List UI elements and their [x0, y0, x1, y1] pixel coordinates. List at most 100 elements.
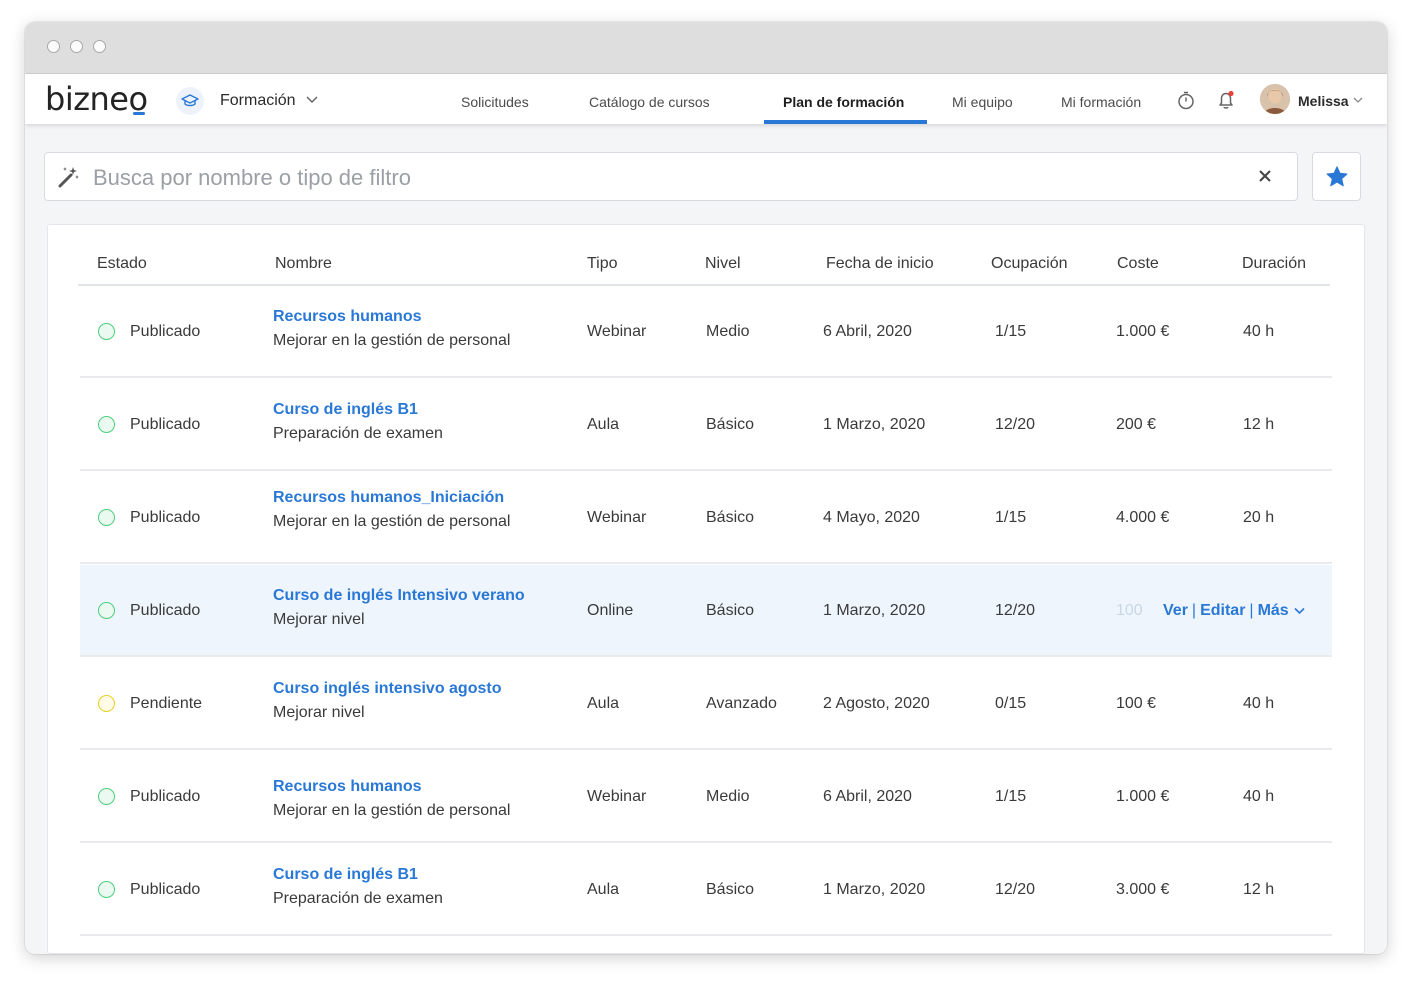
course-level: Avanzado: [706, 695, 777, 712]
course-occupancy: 12/20: [995, 881, 1036, 898]
course-duration: 40 h: [1243, 323, 1275, 340]
course-name-link[interactable]: Curso de inglés B1: [273, 401, 418, 419]
course-level: Básico: [706, 416, 755, 433]
chevron-down-icon[interactable]: [306, 96, 318, 104]
table-row[interactable]: Publicado Curso de inglés B1 Preparación…: [80, 379, 1332, 471]
course-name-link[interactable]: Recursos humanos: [273, 778, 421, 796]
window-minimize-button[interactable]: [70, 40, 83, 53]
browser-window: bizneo Formación Solicitudes Catálogo de…: [25, 22, 1387, 954]
bell-icon[interactable]: [1215, 89, 1237, 111]
course-name-link[interactable]: Curso de inglés Intensivo verano: [273, 587, 525, 605]
column-header-nombre[interactable]: Nombre: [275, 255, 332, 273]
course-description: Mejorar en la gestión de personal: [273, 513, 511, 530]
column-header-duracion[interactable]: Duración: [1242, 255, 1306, 273]
status-indicator-icon: [98, 881, 115, 898]
column-header-fecha-inicio[interactable]: Fecha de inicio: [826, 255, 934, 273]
course-name-link[interactable]: Recursos humanos_Iniciación: [273, 489, 504, 507]
course-start-date: 1 Marzo, 2020: [823, 602, 926, 619]
course-occupancy: 1/15: [995, 788, 1027, 805]
status-label: Pendiente: [130, 695, 203, 712]
nav-catalogo-cursos[interactable]: Catálogo de cursos: [589, 94, 710, 110]
user-avatar[interactable]: [1260, 84, 1290, 114]
action-separator: |: [1191, 602, 1197, 619]
course-start-date: 4 Mayo, 2020: [823, 509, 920, 526]
course-description: Preparación de examen: [273, 425, 443, 442]
course-type: Aula: [587, 695, 620, 712]
window-titlebar: [25, 22, 1387, 74]
course-type: Webinar: [587, 788, 647, 805]
column-header-nivel[interactable]: Nivel: [705, 255, 741, 273]
status-label: Publicado: [130, 509, 201, 526]
active-tab-indicator: [764, 120, 927, 124]
window-maximize-button[interactable]: [93, 40, 106, 53]
course-cost: 200 €: [1116, 416, 1157, 433]
course-duration: 12 h: [1243, 416, 1275, 433]
action-separator: |: [1249, 602, 1254, 619]
course-level: Medio: [706, 323, 750, 340]
table-row[interactable]: Pendiente Curso inglés intensivo agosto …: [80, 658, 1332, 750]
table-row[interactable]: Publicado Recursos humanos_Iniciación Me…: [80, 472, 1332, 564]
status-label: Publicado: [130, 881, 201, 898]
module-selector[interactable]: Formación: [220, 92, 296, 110]
course-description: Mejorar nivel: [273, 611, 365, 628]
table-row[interactable]: Publicado Curso de inglés Intensivo vera…: [80, 565, 1332, 657]
star-icon: [1326, 165, 1347, 186]
chevron-down-icon[interactable]: [1353, 97, 1363, 104]
chevron-down-icon[interactable]: [1294, 607, 1305, 615]
course-type: Online: [587, 602, 634, 619]
column-header-tipo[interactable]: Tipo: [587, 255, 618, 273]
course-level: Básico: [706, 881, 755, 898]
user-name[interactable]: Melissa: [1298, 93, 1349, 109]
nav-mi-equipo[interactable]: Mi equipo: [952, 94, 1013, 110]
course-cost: 100: [1116, 602, 1143, 619]
window-close-button[interactable]: [47, 40, 60, 53]
graduation-cap-icon: [176, 87, 204, 115]
status-indicator-icon: [98, 695, 115, 712]
nav-mi-formacion[interactable]: Mi formación: [1061, 94, 1141, 110]
course-description: Preparación de examen: [273, 890, 443, 907]
course-description: Mejorar en la gestión de personal: [273, 802, 511, 819]
more-action-link[interactable]: Más: [1258, 602, 1289, 619]
view-action-link[interactable]: Ver: [1163, 602, 1188, 619]
course-occupancy: 1/15: [995, 323, 1027, 340]
course-start-date: 2 Agosto, 2020: [823, 695, 930, 712]
search-input[interactable]: [91, 161, 1245, 195]
search-bar: [44, 152, 1298, 201]
status-indicator-icon: [98, 788, 115, 805]
course-name-link[interactable]: Curso inglés intensivo agosto: [273, 680, 501, 698]
edit-action-link[interactable]: Editar: [1200, 602, 1245, 619]
row-actions: Ver | Editar | Más: [1163, 602, 1305, 620]
course-level: Básico: [706, 602, 755, 619]
course-occupancy: 12/20: [995, 602, 1036, 619]
clear-search-icon[interactable]: [1257, 168, 1273, 184]
course-type: Aula: [587, 416, 620, 433]
table-row[interactable]: Publicado Recursos humanos Mejorar en la…: [80, 286, 1332, 378]
magic-wand-icon: [58, 167, 79, 188]
column-header-ocupacion[interactable]: Ocupación: [991, 255, 1068, 273]
table-row[interactable]: Publicado Recursos humanos Mejorar en la…: [80, 751, 1332, 843]
status-indicator-icon: [98, 509, 115, 526]
course-level: Medio: [706, 788, 750, 805]
course-start-date: 6 Abril, 2020: [823, 788, 912, 805]
nav-solicitudes[interactable]: Solicitudes: [461, 94, 529, 110]
course-cost: 1.000 €: [1116, 323, 1170, 340]
stopwatch-icon[interactable]: [1175, 89, 1197, 111]
course-start-date: 1 Marzo, 2020: [823, 416, 926, 433]
column-header-estado[interactable]: Estado: [97, 255, 147, 273]
course-duration: 40 h: [1243, 788, 1275, 805]
course-cost: 1.000 €: [1116, 788, 1170, 805]
top-navbar: bizneo Formación Solicitudes Catálogo de…: [25, 74, 1387, 124]
nav-plan-formacion[interactable]: Plan de formación: [783, 94, 904, 110]
course-description: Mejorar en la gestión de personal: [273, 332, 511, 349]
course-cost: 3.000 €: [1116, 881, 1170, 898]
column-header-coste[interactable]: Coste: [1117, 255, 1159, 273]
course-description: Mejorar nivel: [273, 704, 365, 721]
table-row[interactable]: Publicado Curso de inglés B1 Preparación…: [80, 844, 1332, 936]
course-duration: 20 h: [1243, 509, 1275, 526]
course-name-link[interactable]: Curso de inglés B1: [273, 866, 418, 884]
favorites-button[interactable]: [1312, 152, 1361, 201]
course-start-date: 1 Marzo, 2020: [823, 881, 926, 898]
course-cost: 100 €: [1116, 695, 1157, 712]
status-label: Publicado: [130, 323, 201, 340]
course-name-link[interactable]: Recursos humanos: [273, 308, 421, 326]
